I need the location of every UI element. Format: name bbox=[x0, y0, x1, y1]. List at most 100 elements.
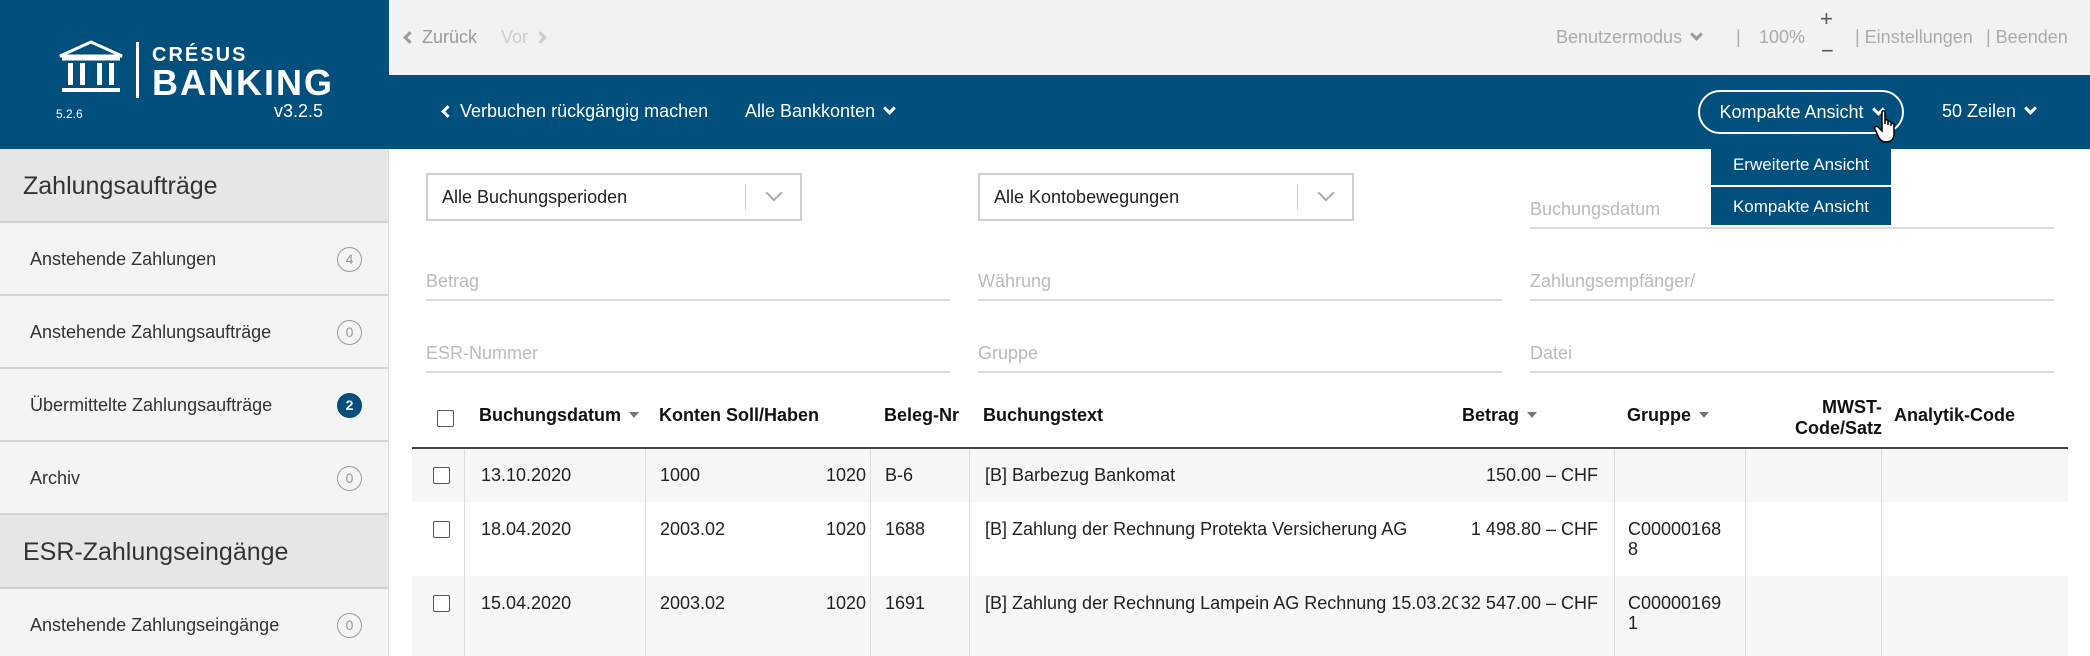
sidebar-item-transmitted-orders[interactable]: Übermittelte Zahlungsaufträge 2 bbox=[0, 369, 388, 442]
account-movements-select[interactable]: Alle Kontobewegungen bbox=[978, 173, 1354, 221]
cell-voucher: 1691 bbox=[885, 593, 926, 613]
sidebar: Zahlungsaufträge Anstehende Zahlungen 4 … bbox=[0, 149, 389, 656]
undo-posting-button[interactable]: Verbuchen rückgängig machen bbox=[441, 101, 708, 122]
table-row[interactable]: 15.04.2020 2003.02 1020 1691 [B] Zahlung… bbox=[412, 576, 2068, 656]
view-mode-dropdown: Erweiterte Ansicht Kompakte Ansicht bbox=[1711, 145, 1891, 225]
sidebar-item-pending-orders[interactable]: Anstehende Zahlungsaufträge 0 bbox=[0, 296, 388, 369]
sidebar-section-title: Zahlungsaufträge bbox=[0, 149, 388, 223]
cell-debit-account: 2003.02 bbox=[660, 593, 726, 613]
cell-credit-account: 1020 bbox=[825, 465, 866, 485]
app-version: v3.2.5 bbox=[274, 101, 324, 121]
sidebar-item-archive[interactable]: Archiv 0 bbox=[0, 442, 388, 515]
column-header-amount[interactable]: Betrag bbox=[1462, 405, 1538, 426]
top-toolbar: Zurück Vor Benutzermodus | 100% + − | Ei… bbox=[389, 0, 2090, 75]
hand-pointer-icon bbox=[1874, 110, 1895, 143]
cell-voucher: 1688 bbox=[885, 519, 926, 539]
column-header-voucher[interactable]: Beleg-Nr bbox=[884, 405, 959, 426]
column-divider bbox=[1881, 449, 1882, 656]
column-divider bbox=[969, 449, 970, 656]
cell-date: 15.04.2020 bbox=[481, 593, 572, 613]
column-divider bbox=[870, 449, 871, 656]
select-divider bbox=[1297, 184, 1298, 210]
chevron-down-icon bbox=[765, 184, 783, 202]
column-divider bbox=[1745, 449, 1746, 656]
chevron-down-icon bbox=[1690, 28, 1703, 41]
cell-group: C00000169 1 bbox=[1628, 593, 1722, 633]
cell-date: 18.04.2020 bbox=[481, 519, 572, 539]
cell-group: C00000168 8 bbox=[1628, 519, 1722, 559]
forward-button[interactable]: Vor bbox=[501, 27, 547, 48]
column-divider bbox=[645, 449, 646, 656]
settings-link[interactable]: | Einstellungen bbox=[1855, 27, 1973, 48]
row-checkbox[interactable] bbox=[433, 521, 450, 538]
bank-accounts-menu[interactable]: Alle Bankkonten bbox=[745, 101, 896, 122]
currency-field[interactable]: Währung bbox=[978, 259, 1502, 301]
chevron-left-icon bbox=[403, 31, 416, 44]
cell-amount: 1 498.80 – CHF bbox=[1470, 519, 1598, 539]
sort-caret-icon bbox=[1527, 412, 1538, 418]
cell-text: [B] Zahlung der Rechnung Lampein AG Rech… bbox=[985, 593, 1482, 613]
cell-text: [B] Barbezug Bankomat bbox=[985, 465, 1176, 485]
cell-date: 13.10.2020 bbox=[481, 465, 572, 485]
cell-credit-account: 1020 bbox=[825, 593, 866, 613]
row-checkbox[interactable] bbox=[433, 595, 450, 612]
table-row[interactable]: 18.04.2020 2003.02 1020 1688 [B] Zahlung… bbox=[412, 502, 2068, 576]
cell-text: [B] Zahlung der Rechnung Protekta Versic… bbox=[985, 519, 1408, 539]
rows-per-page-menu[interactable]: 50 Zeilen bbox=[1942, 101, 2037, 122]
cell-debit-account: 1000 bbox=[660, 465, 701, 485]
column-divider bbox=[464, 449, 465, 656]
chevron-right-icon bbox=[534, 31, 547, 44]
row-checkbox[interactable] bbox=[433, 467, 450, 484]
quit-link[interactable]: | Beenden bbox=[1986, 27, 2068, 48]
sort-caret-icon bbox=[629, 412, 639, 418]
view-option-compact[interactable]: Kompakte Ansicht bbox=[1711, 185, 1891, 225]
count-badge: 0 bbox=[337, 466, 362, 491]
back-button[interactable]: Zurück bbox=[403, 27, 477, 48]
group-field[interactable]: Gruppe bbox=[978, 331, 1502, 373]
sort-caret-icon bbox=[1699, 412, 1710, 418]
count-badge: 0 bbox=[337, 320, 362, 345]
column-header-vat[interactable]: MWST- Code/Satz bbox=[1782, 397, 1882, 439]
column-header-accounts[interactable]: Konten Soll/Haben bbox=[659, 405, 819, 426]
select-all-checkbox[interactable] bbox=[437, 410, 454, 427]
toolbar-separator: | bbox=[1736, 27, 1741, 47]
logo-divider bbox=[136, 42, 139, 98]
zoom-out-button[interactable]: − bbox=[1821, 38, 1834, 64]
file-field[interactable]: Datei bbox=[1530, 331, 2054, 373]
cell-credit-account: 1020 bbox=[825, 519, 866, 539]
main-navbar: Verbuchen rückgängig machen Alle Bankkon… bbox=[389, 75, 2090, 149]
payee-field[interactable]: Zahlungsempfänger/ bbox=[1530, 259, 2054, 301]
column-header-date[interactable]: Buchungsdatum bbox=[479, 405, 639, 426]
cell-amount: 150.00 – CHF bbox=[1485, 465, 1598, 485]
count-badge: 4 bbox=[337, 247, 362, 272]
cell-voucher: B-6 bbox=[885, 465, 914, 485]
amount-field[interactable]: Betrag bbox=[426, 259, 950, 301]
chevron-down-icon bbox=[1317, 184, 1335, 202]
count-badge: 0 bbox=[337, 613, 362, 638]
app-logo: CRÉSUS BANKING 5.2.6 v3.2.5 bbox=[0, 0, 389, 149]
zoom-in-button[interactable]: + bbox=[1820, 6, 1833, 32]
esr-number-field[interactable]: ESR-Nummer bbox=[426, 331, 950, 373]
column-divider bbox=[1614, 449, 1615, 656]
table-row[interactable]: 13.10.2020 1000 1020 B-6 [B] Barbezug Ba… bbox=[412, 449, 2068, 502]
sidebar-item-pending-incoming[interactable]: Anstehende Zahlungseingänge 0 bbox=[0, 589, 388, 656]
chevron-left-icon bbox=[441, 105, 454, 118]
sidebar-item-pending-payments[interactable]: Anstehende Zahlungen 4 bbox=[0, 223, 388, 296]
chevron-down-icon bbox=[883, 102, 896, 115]
column-header-analytics[interactable]: Analytik-Code bbox=[1894, 405, 2015, 426]
posting-period-select[interactable]: Alle Buchungsperioden bbox=[426, 173, 802, 221]
build-version: 5.2.6 bbox=[56, 107, 83, 121]
cell-debit-account: 2003.02 bbox=[660, 519, 726, 539]
sidebar-section-title: ESR-Zahlungseingänge bbox=[0, 515, 388, 589]
select-divider bbox=[745, 184, 746, 210]
column-header-text[interactable]: Buchungstext bbox=[983, 405, 1103, 426]
cell-amount: 32 547.00 – CHF bbox=[1458, 593, 1598, 614]
count-badge: 2 bbox=[337, 393, 362, 418]
bank-building-icon bbox=[59, 40, 123, 92]
chevron-down-icon bbox=[2024, 102, 2037, 115]
user-mode-menu[interactable]: Benutzermodus bbox=[1556, 27, 1703, 48]
column-header-group[interactable]: Gruppe bbox=[1627, 405, 1710, 426]
view-option-extended[interactable]: Erweiterte Ansicht bbox=[1711, 145, 1891, 185]
zoom-level: 100% bbox=[1759, 27, 1806, 47]
brand-main: BANKING bbox=[152, 62, 334, 103]
